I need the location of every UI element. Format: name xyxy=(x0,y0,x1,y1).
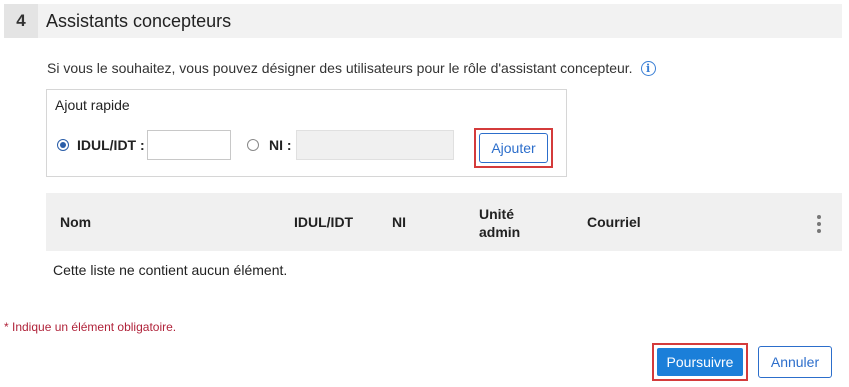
section-header: 4 Assistants concepteurs xyxy=(4,4,842,38)
idul-radio[interactable] xyxy=(57,139,69,151)
column-courriel[interactable]: Courriel xyxy=(587,214,641,230)
section-title: Assistants concepteurs xyxy=(46,10,232,31)
table-header: Nom IDUL/IDT NI Unité admin Courriel xyxy=(46,193,842,251)
column-unite-line2: admin xyxy=(479,224,521,240)
idul-input[interactable] xyxy=(147,130,231,160)
intro-text-row: Si vous le souhaitez, vous pouvez désign… xyxy=(47,60,656,76)
add-button[interactable]: Ajouter xyxy=(479,133,548,163)
ni-input[interactable] xyxy=(296,130,454,160)
column-unite-line1: Unité xyxy=(479,206,514,222)
intro-text: Si vous le souhaitez, vous pouvez désign… xyxy=(47,60,633,76)
column-unite-admin[interactable]: Unité admin xyxy=(479,205,520,241)
info-icon[interactable]: i xyxy=(640,60,656,76)
column-idul[interactable]: IDUL/IDT xyxy=(294,214,353,230)
idul-label: IDUL/IDT : xyxy=(77,137,145,153)
kebab-menu-icon[interactable] xyxy=(816,215,822,233)
column-ni[interactable]: NI xyxy=(392,214,406,230)
cancel-button[interactable]: Annuler xyxy=(758,346,832,378)
ni-label: NI : xyxy=(269,137,292,153)
next-button-highlight: Poursuivre xyxy=(652,343,748,381)
quick-add-panel: Ajout rapide IDUL/IDT : NI : Ajouter xyxy=(46,89,567,177)
step-number: 4 xyxy=(4,4,38,38)
required-note: * Indique un élément obligatoire. xyxy=(4,320,177,334)
next-button[interactable]: Poursuivre xyxy=(657,348,743,376)
ni-radio[interactable] xyxy=(247,139,259,151)
empty-list-message: Cette liste ne contient aucun élément. xyxy=(53,262,288,278)
add-button-highlight: Ajouter xyxy=(474,128,553,168)
column-nom[interactable]: Nom xyxy=(60,214,91,230)
quick-add-title: Ajout rapide xyxy=(55,97,130,113)
